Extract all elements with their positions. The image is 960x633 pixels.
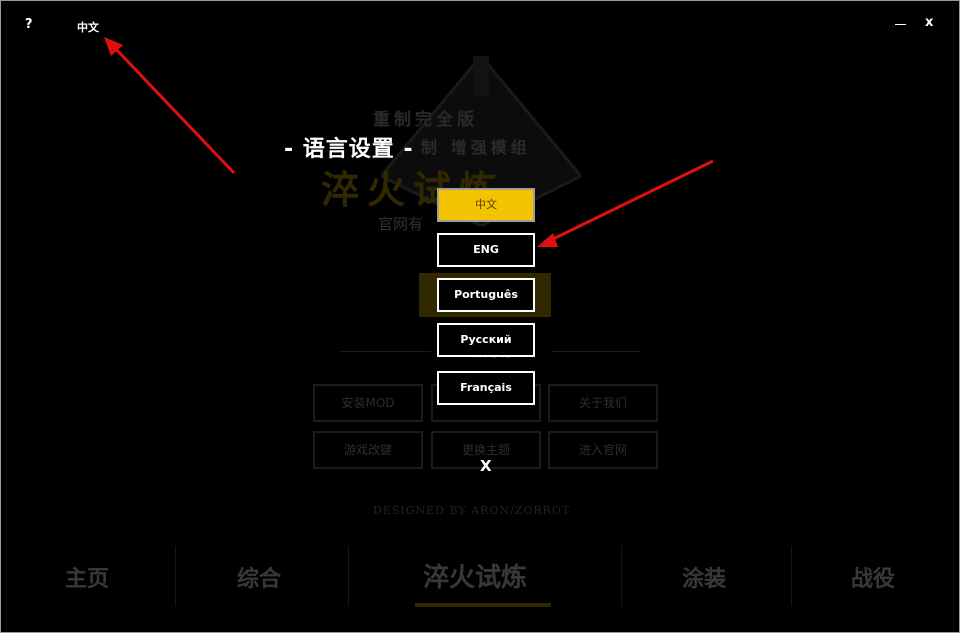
annotation-arrows: [104, 37, 714, 247]
app-window: 重制完全版 制 增强模组 淬火试炼 官网有 常用功 安装MOD 关于我们 游戏改…: [0, 0, 960, 633]
arrow-to-language-toggle: [104, 37, 236, 175]
arrow-to-english-option: [537, 159, 714, 247]
